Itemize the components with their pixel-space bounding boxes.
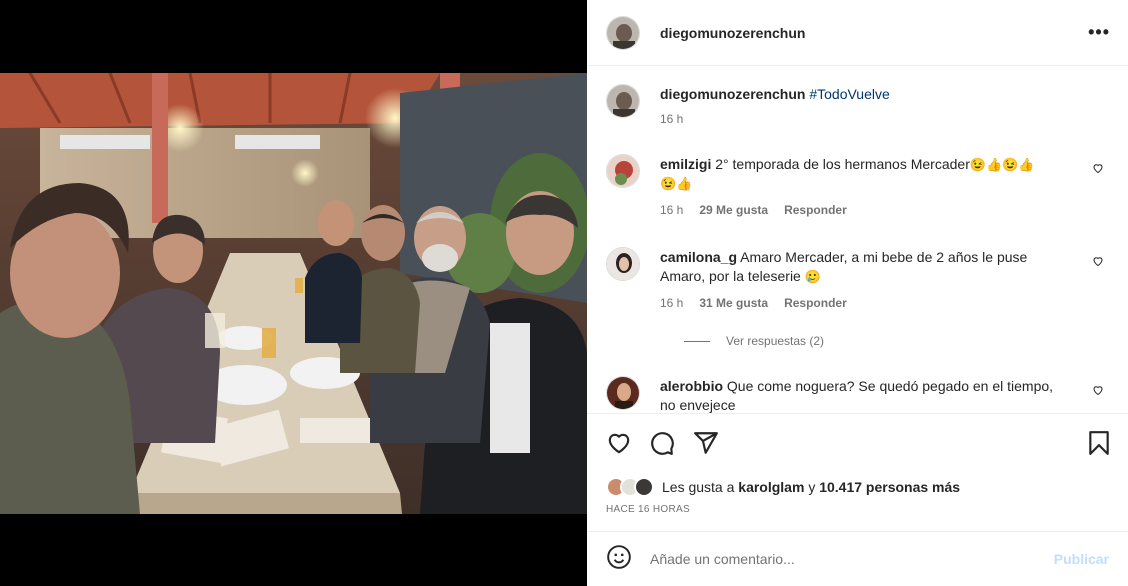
comment-body: 2° temporada de los hermanos Mercader	[715, 156, 970, 172]
action-bar	[606, 430, 1112, 456]
comments-section[interactable]: diegomunozerenchun #TodoVuelve 16 h emil…	[587, 67, 1128, 413]
heart-icon[interactable]	[606, 430, 632, 456]
comment-time[interactable]: 16 h	[660, 296, 683, 310]
likes-connector: y	[808, 479, 816, 495]
likes-count[interactable]: 10.417 personas más	[819, 479, 960, 495]
comment-like-icon[interactable]	[1092, 255, 1104, 270]
comment-item: camilona_g Amaro Mercader, a mi bebe de …	[606, 247, 1106, 357]
comment-text: alerobbio Que come noguera? Se quedó peg…	[660, 377, 1072, 413]
comment-text: camilona_g Amaro Mercader, a mi bebe de …	[660, 248, 1072, 286]
comment-input[interactable]	[650, 551, 1054, 567]
comment-emojis: 😉👍	[660, 176, 693, 191]
comment-emojis: 😉👍😉👍	[969, 157, 1035, 172]
post-media	[0, 0, 587, 586]
group-photo-image	[0, 73, 587, 514]
comment-likes[interactable]: 29 Me gusta	[699, 203, 768, 217]
post-header: diegomunozerenchun •••	[587, 0, 1128, 66]
author-avatar[interactable]	[606, 15, 640, 50]
comment-icon[interactable]	[649, 430, 675, 456]
view-replies-label: Ver respuestas (2)	[726, 334, 825, 348]
post-details-panel: diegomunozerenchun ••• diegomunozerenchu…	[587, 0, 1128, 586]
emoji-icon[interactable]	[606, 544, 632, 575]
comment-emojis: 🥲	[804, 269, 821, 284]
likes-summary: Les gusta a karolglam y 10.417 personas …	[606, 477, 960, 497]
bookmark-icon[interactable]	[1086, 430, 1112, 456]
comment-meta: 16 h 31 Me gusta Responder	[660, 296, 847, 310]
commenter-avatar[interactable]	[606, 247, 640, 281]
view-replies-button[interactable]: Ver respuestas (2)	[684, 334, 824, 348]
comment-likes[interactable]: 31 Me gusta	[699, 296, 768, 310]
caption-hashtag[interactable]: #TodoVuelve	[809, 86, 889, 102]
liker-username[interactable]: karolglam	[738, 479, 804, 495]
post-caption: diegomunozerenchun #TodoVuelve 16 h	[606, 84, 1106, 144]
caption-username[interactable]: diegomunozerenchun	[660, 86, 805, 102]
comment-text: emilzigi 2° temporada de los hermanos Me…	[660, 155, 1072, 193]
liker-avatar	[634, 477, 654, 497]
author-avatar[interactable]	[606, 84, 640, 118]
reply-button[interactable]: Responder	[784, 296, 847, 310]
caption-text: diegomunozerenchun #TodoVuelve	[660, 85, 1072, 104]
comment-username[interactable]: emilzigi	[660, 156, 711, 172]
comment-like-icon[interactable]	[1092, 384, 1104, 399]
post-actions: Les gusta a karolglam y 10.417 personas …	[587, 413, 1128, 531]
publish-button[interactable]: Publicar	[1054, 551, 1109, 567]
reply-button[interactable]: Responder	[784, 203, 847, 217]
comment-item: emilzigi 2° temporada de los hermanos Me…	[606, 154, 1106, 224]
share-icon[interactable]	[693, 430, 719, 456]
commenter-avatar[interactable]	[606, 154, 640, 188]
comment-time[interactable]: 16 h	[660, 203, 683, 217]
more-options-icon[interactable]: •••	[1088, 22, 1110, 43]
comment-username[interactable]: alerobbio	[660, 378, 723, 394]
comment-like-icon[interactable]	[1092, 162, 1104, 177]
comment-meta: 16 h 29 Me gusta Responder	[660, 203, 847, 217]
caption-meta: 16 h	[660, 112, 683, 126]
commenter-avatar[interactable]	[606, 376, 640, 410]
comment-item: alerobbio Que come noguera? Se quedó peg…	[606, 376, 1106, 413]
likes-prefix: Les gusta a	[662, 479, 735, 495]
likers-avatars[interactable]	[606, 477, 654, 497]
add-comment-bar: Publicar	[587, 531, 1128, 586]
post-timestamp[interactable]: HACE 16 HORAS	[606, 504, 690, 515]
replies-divider	[684, 340, 710, 342]
author-username[interactable]: diegomunozerenchun	[660, 25, 805, 41]
post-photo[interactable]	[0, 73, 587, 514]
caption-time[interactable]: 16 h	[660, 112, 683, 126]
comment-username[interactable]: camilona_g	[660, 249, 737, 265]
